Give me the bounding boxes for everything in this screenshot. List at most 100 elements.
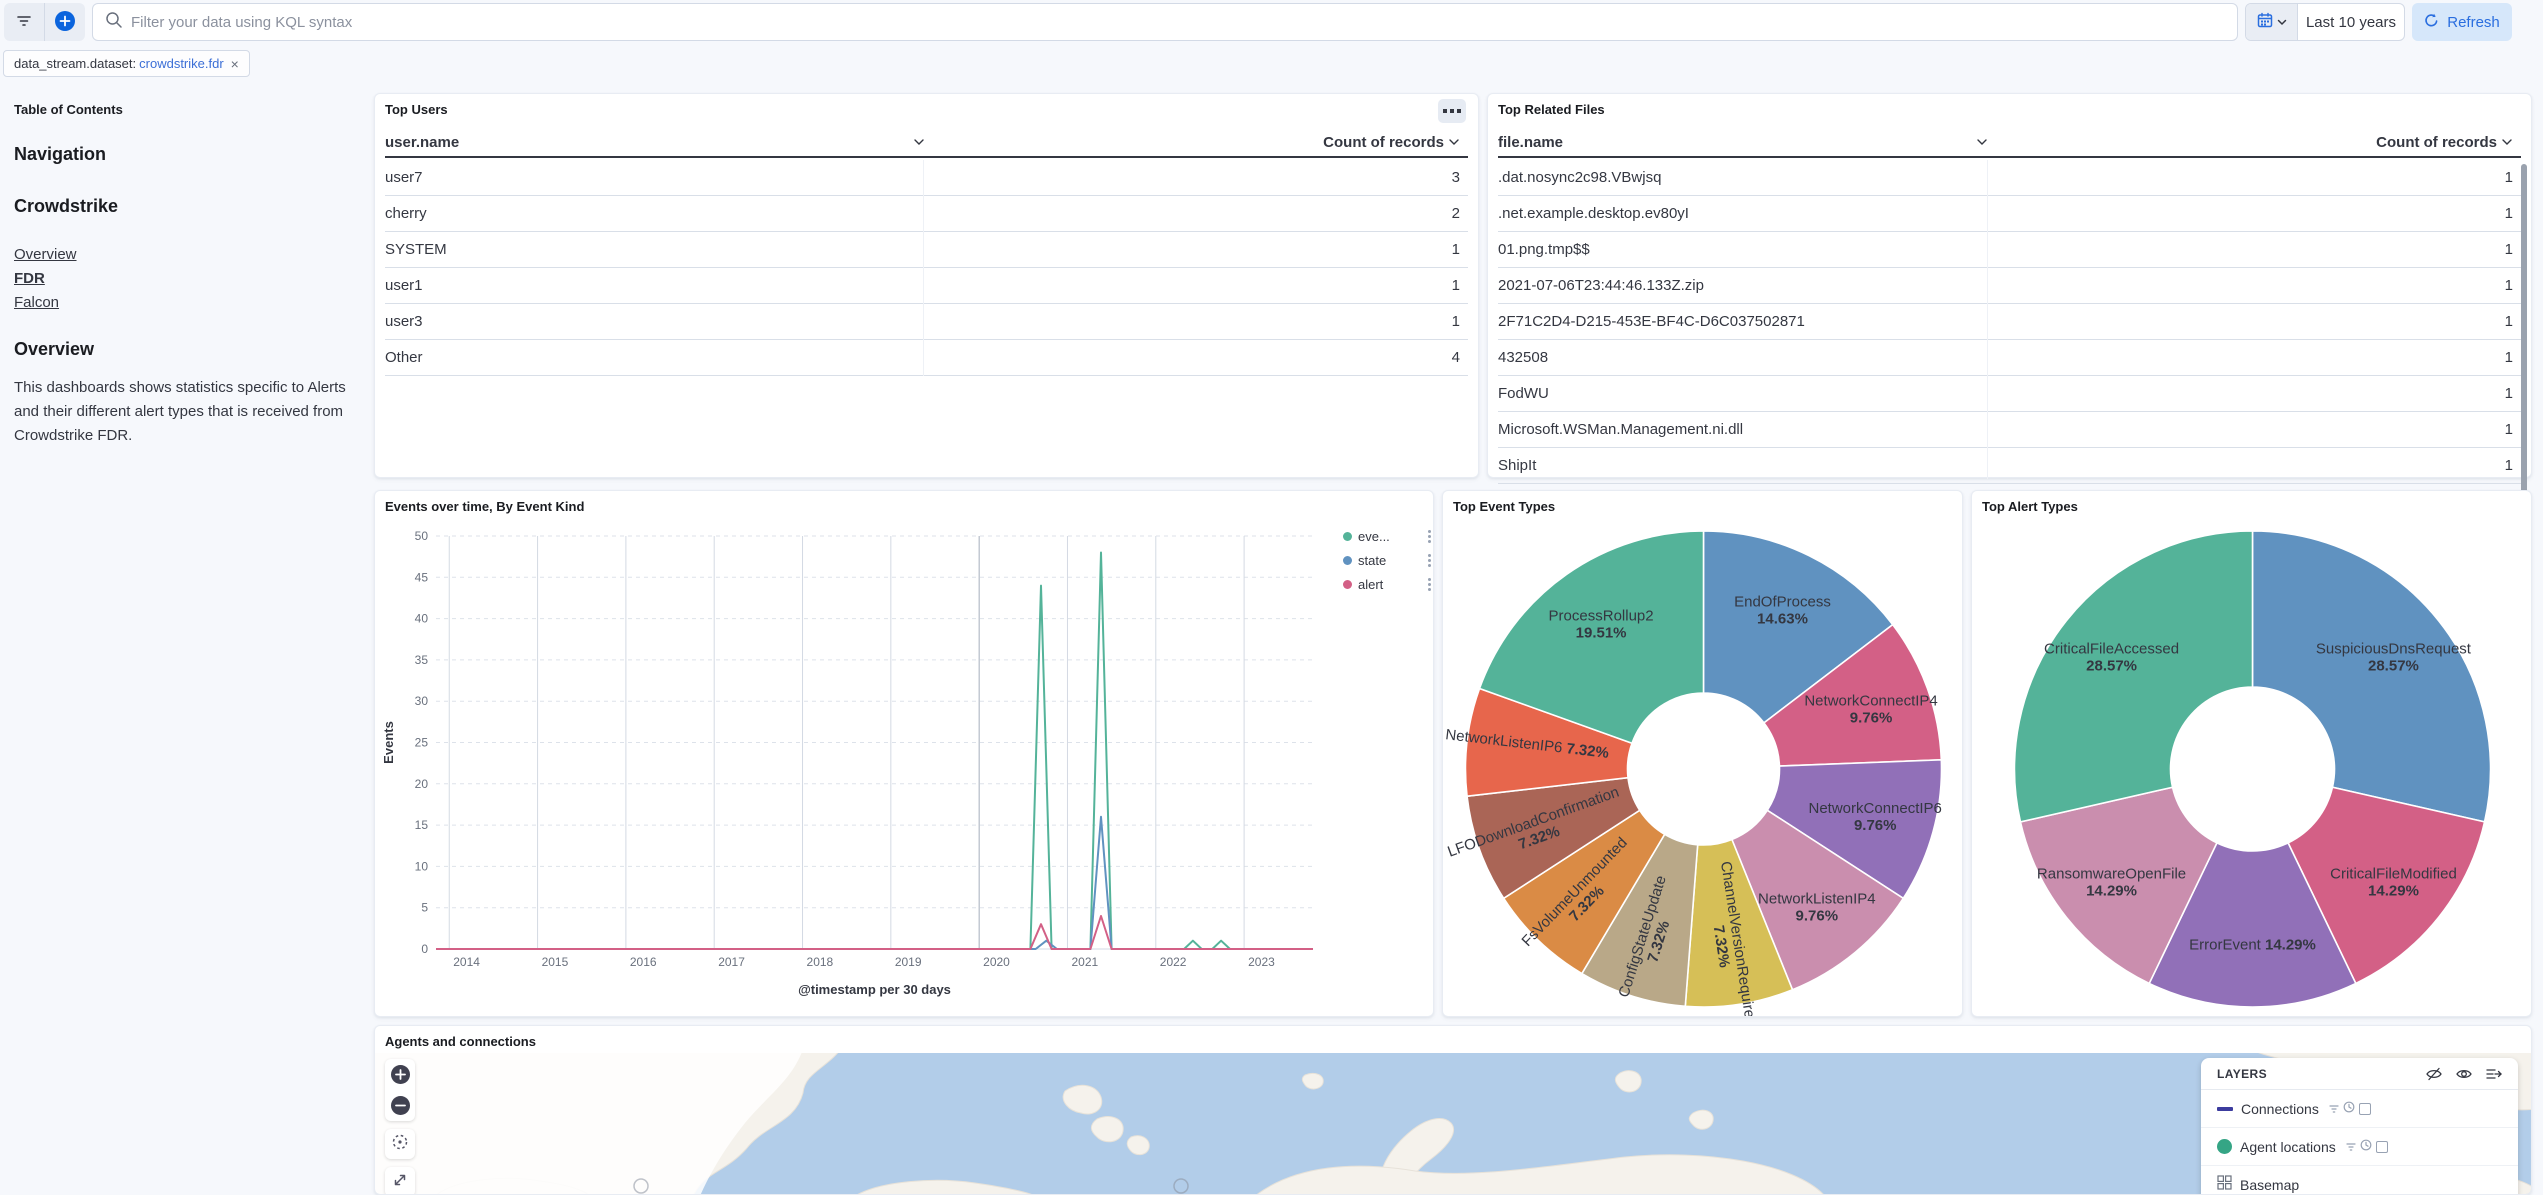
layer-checkbox[interactable] [2376,1141,2388,1153]
layer-row-connections[interactable]: Connections [2201,1090,2518,1128]
column-header-count[interactable]: Count of records [1323,134,1444,151]
layer-checkbox[interactable] [2359,1103,2371,1115]
svg-text:2022: 2022 [1160,955,1187,969]
layer-time-icon[interactable] [2360,1138,2372,1156]
column-sort-chevron-icon[interactable] [1976,138,1988,146]
donut-slice-SuspiciousDnsRequest[interactable] [2253,531,2491,822]
table-row[interactable]: user31 [385,304,1468,340]
table-row[interactable]: SYSTEM1 [385,232,1468,268]
refresh-button[interactable]: Refresh [2412,3,2512,41]
legend-actions-icon[interactable] [1428,530,1431,543]
cell-count[interactable]: 1 [2401,349,2521,366]
time-range-value[interactable]: Last 10 years [2298,14,2404,31]
table-row[interactable]: Microsoft.WSMan.Management.ni.dll1 [1498,412,2521,448]
table-row[interactable]: user73 [385,160,1468,196]
cell-name[interactable]: 01.png.tmp$$ [1498,241,2401,258]
fit-to-data-button[interactable] [385,1167,415,1194]
show-all-layers-icon[interactable] [2456,1067,2472,1081]
table-row[interactable]: .dat.nosync2c98.VBwjsq1 [1498,160,2521,196]
panel-options-button[interactable] [1438,99,1466,123]
layer-filter-icon[interactable] [2329,1100,2339,1118]
table-row[interactable]: 2F71C2D4-D215-453E-BF4C-D6C0375028711 [1498,304,2521,340]
table-row[interactable]: cherry2 [385,196,1468,232]
table-row[interactable]: FodWU1 [1498,376,2521,412]
table-row[interactable]: 01.png.tmp$$1 [1498,232,2521,268]
column-header-user-name[interactable]: user.name [385,134,459,151]
legend-item-alert[interactable]: alert [1343,577,1431,592]
cell-name[interactable]: 432508 [1498,349,2401,366]
cell-count[interactable]: 1 [1348,241,1468,258]
cell-count[interactable]: 2 [1348,205,1468,222]
cell-count[interactable]: 1 [1348,313,1468,330]
cell-name[interactable]: cherry [385,205,1348,222]
legend-actions-icon[interactable] [1428,578,1431,591]
y-axis-title: Events [381,721,396,764]
top-event-types-donut: EndOfProcess14.63%NetworkConnectIP49.76%… [1443,511,1964,1016]
column-sort-chevron-icon[interactable] [1448,138,1460,146]
layer-row-basemap[interactable]: Basemap [2201,1166,2518,1194]
table-row[interactable]: ShipIt1 [1498,448,2521,484]
kql-search-input[interactable]: Filter your data using KQL syntax [92,3,2238,41]
query-toolbar: Filter your data using KQL syntax Last 1… [0,0,2543,46]
zoom-in-button[interactable] [391,1065,410,1084]
cell-count[interactable]: 1 [2401,241,2521,258]
cell-count[interactable]: 1 [2401,385,2521,402]
table-row[interactable]: user11 [385,268,1468,304]
table-row[interactable]: .net.example.desktop.ev80yI1 [1498,196,2521,232]
cell-name[interactable]: .net.example.desktop.ev80yI [1498,205,2401,222]
cell-name[interactable]: user1 [385,277,1348,294]
cell-count[interactable]: 1 [2401,313,2521,330]
legend-item-eve[interactable]: eve... [1343,529,1431,544]
cell-name[interactable]: ShipIt [1498,457,2401,474]
cell-name[interactable]: user7 [385,169,1348,186]
column-sort-chevron-icon[interactable] [2501,138,2513,146]
cell-name[interactable]: .dat.nosync2c98.VBwjsq [1498,169,2401,186]
table-header: file.name Count of records [1498,128,2521,158]
layer-filter-icon[interactable] [2346,1138,2356,1156]
saved-filters-button[interactable] [4,3,44,41]
column-sort-chevron-icon[interactable] [913,138,925,146]
toc-link-overview[interactable]: Overview [14,243,356,267]
column-header-file-name[interactable]: file.name [1498,134,1563,151]
toc-link-fdr[interactable]: FDR [14,267,356,291]
cell-count[interactable]: 4 [1348,349,1468,366]
cell-count[interactable]: 1 [1348,277,1468,294]
collapse-legend-icon[interactable] [2486,1067,2502,1081]
layer-row-agent-locations[interactable]: Agent locations [2201,1128,2518,1166]
map-canvas[interactable]: LAYERS Connections [375,1053,2531,1194]
column-header-count[interactable]: Count of records [2376,134,2497,151]
cell-name[interactable]: 2F71C2D4-D215-453E-BF4C-D6C037502871 [1498,313,2401,330]
layer-time-icon[interactable] [2343,1100,2355,1118]
remove-filter-icon[interactable]: × [231,56,239,72]
zoom-out-button[interactable] [391,1096,410,1115]
cell-count[interactable]: 1 [2401,277,2521,294]
table-row[interactable]: Other4 [385,340,1468,376]
toc-heading-navigation: Navigation [14,144,356,165]
cell-count[interactable]: 1 [2401,205,2521,222]
table-row[interactable]: 4325081 [1498,340,2521,376]
cell-name[interactable]: FodWU [1498,385,2401,402]
cell-count[interactable]: 3 [1348,169,1468,186]
donut-slice-CriticalFileAccessed[interactable] [2015,531,2253,822]
set-view-button[interactable] [385,1129,415,1159]
hide-all-layers-icon[interactable] [2426,1067,2442,1081]
add-filter-button[interactable] [44,3,85,41]
table-scrollbar[interactable] [2521,164,2527,494]
cell-name[interactable]: user3 [385,313,1348,330]
filter-pill-datastream[interactable]: data_stream.dataset: crowdstrike.fdr × [3,50,250,77]
cell-name[interactable]: Microsoft.WSMan.Management.ni.dll [1498,421,2401,438]
cell-name[interactable]: 2021-07-06T23:44:46.133Z.zip [1498,277,2401,294]
legend-item-state[interactable]: state [1343,553,1431,568]
cell-count[interactable]: 1 [2401,169,2521,186]
events-over-time-panel: Events over time, By Event Kind 05101520… [374,490,1434,1017]
calendar-icon [2257,12,2273,33]
filter-pill-value: crowdstrike.fdr [139,56,224,71]
cell-name[interactable]: SYSTEM [385,241,1348,258]
cell-count[interactable]: 1 [2401,457,2521,474]
cell-name[interactable]: Other [385,349,1348,366]
toc-link-falcon[interactable]: Falcon [14,291,356,315]
cell-count[interactable]: 1 [2401,421,2521,438]
legend-actions-icon[interactable] [1428,554,1431,567]
table-row[interactable]: 2021-07-06T23:44:46.133Z.zip1 [1498,268,2521,304]
calendar-button[interactable] [2246,4,2298,40]
